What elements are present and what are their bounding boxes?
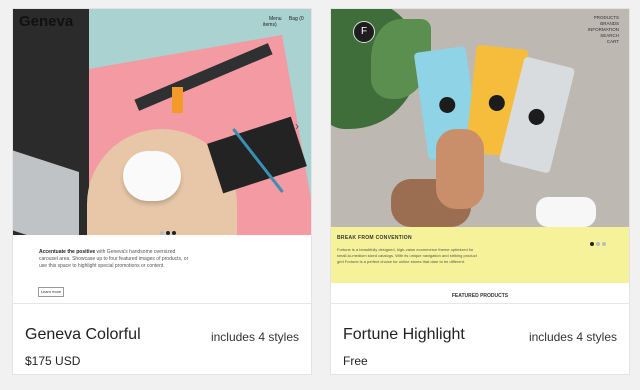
carousel-dots[interactable] [589, 233, 607, 251]
store-nav: Menu Bag (0 items) [263, 16, 311, 28]
carousel-dot[interactable] [172, 231, 176, 235]
store-nav: PRODUCTS BRANDS INFORMATION SEARCH CART [588, 15, 619, 45]
banner-text: Fortune is a beautifully designed, high-… [337, 247, 477, 264]
carousel-dot[interactable] [166, 231, 170, 235]
orange-block-image [172, 87, 183, 113]
theme-preview-fortune[interactable]: F PRODUCTS BRANDS INFORMATION SEARCH CAR… [331, 9, 629, 303]
theme-card-fortune[interactable]: F PRODUCTS BRANDS INFORMATION SEARCH CAR… [330, 8, 630, 375]
theme-card-footer: Geneva Colorful includes 4 styles $175 U… [13, 303, 311, 374]
booklet-label-dot [487, 94, 506, 112]
learn-more-button[interactable]: Learn more [38, 287, 64, 297]
banner-title: BREAK FROM CONVENTION [337, 235, 412, 241]
hero-image: F PRODUCTS BRANDS INFORMATION SEARCH CAR… [331, 9, 629, 227]
theme-styles-count: includes 4 styles [528, 330, 617, 344]
theme-price: Free [343, 354, 368, 368]
promo-banner: BREAK FROM CONVENTION Fortune is a beaut… [331, 227, 629, 283]
booklet-label-dot [526, 107, 547, 127]
chevron-right-icon[interactable]: › [295, 119, 299, 133]
carousel-dot[interactable] [160, 231, 164, 235]
carousel-dots[interactable] [159, 222, 177, 235]
booklet-label-dot [438, 95, 457, 115]
shoe-image [536, 197, 596, 227]
store-logo[interactable]: F [353, 21, 375, 43]
nav-cart[interactable]: CART [588, 39, 619, 45]
theme-gallery: Geneva Menu Bag (0 items) › Accentuate t… [0, 0, 640, 390]
mouse-image [123, 151, 181, 201]
carousel-dot[interactable] [596, 242, 600, 246]
theme-card-footer: Fortune Highlight includes 4 styles Free [331, 303, 629, 374]
carousel-dot[interactable] [590, 242, 594, 246]
description-highlight: Accentuate the positive [39, 249, 96, 255]
theme-name[interactable]: Geneva Colorful [25, 326, 141, 344]
carousel-dot[interactable] [602, 242, 606, 246]
theme-styles-count: includes 4 styles [210, 330, 299, 344]
hero-image: Geneva Menu Bag (0 items) › [13, 9, 311, 235]
hand-image [436, 129, 484, 209]
featured-products-heading: FEATURED PRODUCTS [451, 293, 509, 299]
store-logo[interactable]: Geneva [19, 13, 73, 30]
theme-name[interactable]: Fortune Highlight [343, 326, 465, 344]
theme-card-geneva[interactable]: Geneva Menu Bag (0 items) › Accentuate t… [12, 8, 312, 375]
theme-preview-geneva[interactable]: Geneva Menu Bag (0 items) › Accentuate t… [13, 9, 311, 303]
hero-description: Accentuate the positive with Geneva's ha… [39, 249, 189, 270]
theme-price: $175 USD [25, 354, 81, 368]
